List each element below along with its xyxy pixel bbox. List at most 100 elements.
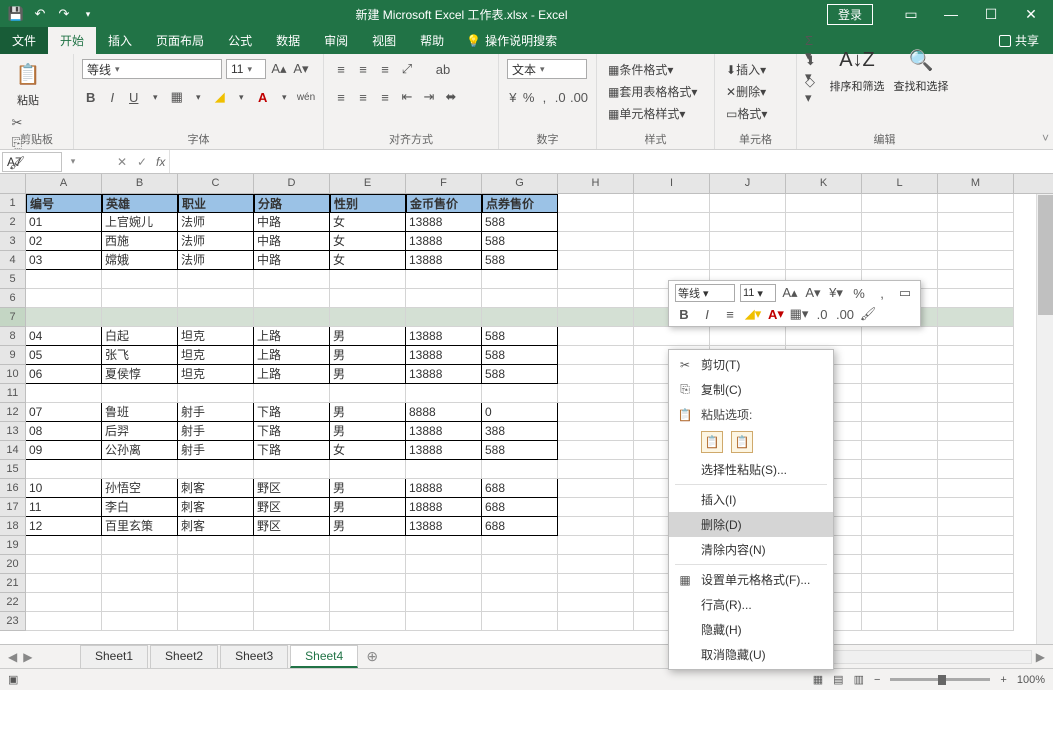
new-sheet-button[interactable]: ⊕ <box>360 648 384 665</box>
cell[interactable]: 射手 <box>178 441 254 460</box>
cell[interactable] <box>938 574 1014 593</box>
ctx-format-cells[interactable]: ▦设置单元格格式(F)... <box>669 567 833 592</box>
cell[interactable]: 上路 <box>254 327 330 346</box>
cell[interactable] <box>482 612 558 631</box>
cell[interactable] <box>254 308 330 327</box>
align-bottom-icon[interactable]: ≡ <box>376 60 394 78</box>
sheet-tab[interactable]: Sheet1 <box>80 645 148 668</box>
zoom-level[interactable]: 100% <box>1017 674 1045 686</box>
cell[interactable]: 12 <box>26 517 102 536</box>
cell[interactable] <box>862 327 938 346</box>
cell[interactable] <box>406 289 482 308</box>
cell[interactable] <box>406 612 482 631</box>
sheet-tab[interactable]: Sheet3 <box>220 645 288 668</box>
cell[interactable]: 李白 <box>102 498 178 517</box>
cell[interactable]: 下路 <box>254 441 330 460</box>
cell[interactable] <box>558 289 634 308</box>
column-header[interactable]: C <box>178 174 254 193</box>
undo-icon[interactable]: ↶ <box>32 6 48 22</box>
align-top-icon[interactable]: ≡ <box>332 60 350 78</box>
row-header[interactable]: 5 <box>0 270 26 289</box>
cell[interactable] <box>558 232 634 251</box>
column-header[interactable]: L <box>862 174 938 193</box>
cell[interactable] <box>558 213 634 232</box>
cell[interactable] <box>862 517 938 536</box>
cell[interactable] <box>862 384 938 403</box>
cell[interactable] <box>786 194 862 213</box>
cell[interactable] <box>558 270 634 289</box>
cell[interactable]: 刺客 <box>178 498 254 517</box>
mini-percent-icon[interactable]: % <box>850 284 868 302</box>
cell[interactable]: 编号 <box>26 194 102 213</box>
cell[interactable] <box>938 479 1014 498</box>
row-header[interactable]: 10 <box>0 365 26 384</box>
cell[interactable] <box>786 251 862 270</box>
mini-italic-icon[interactable]: I <box>698 305 716 323</box>
cell[interactable]: 13888 <box>406 422 482 441</box>
cell[interactable]: 男 <box>330 517 406 536</box>
cell[interactable] <box>330 308 406 327</box>
cell[interactable] <box>938 213 1014 232</box>
fill-color-icon[interactable]: ◢ <box>211 88 229 106</box>
minimize-icon[interactable]: — <box>931 6 971 22</box>
mini-fill-color-icon[interactable]: ◢▾ <box>744 305 762 323</box>
align-right-icon[interactable]: ≡ <box>376 88 394 106</box>
mini-shrink-font-icon[interactable]: A▾ <box>804 284 822 302</box>
column-header[interactable]: J <box>710 174 786 193</box>
enter-formula-icon[interactable]: ✓ <box>132 155 152 169</box>
cell[interactable]: 鲁班 <box>102 403 178 422</box>
cell[interactable]: 夏侯惇 <box>102 365 178 384</box>
cell[interactable]: 刺客 <box>178 479 254 498</box>
tab-data[interactable]: 数据 <box>264 27 312 54</box>
cell[interactable]: 女 <box>330 441 406 460</box>
cell[interactable]: 18888 <box>406 479 482 498</box>
cell[interactable]: 金币售价 <box>406 194 482 213</box>
cell[interactable] <box>558 365 634 384</box>
cell[interactable] <box>862 194 938 213</box>
cell[interactable] <box>26 612 102 631</box>
mini-align-icon[interactable]: ≡ <box>721 305 739 323</box>
cell[interactable]: 男 <box>330 479 406 498</box>
cell[interactable] <box>102 555 178 574</box>
font-color-icon[interactable]: A <box>254 88 272 106</box>
cell[interactable] <box>710 194 786 213</box>
cell[interactable]: 公孙离 <box>102 441 178 460</box>
column-header[interactable]: E <box>330 174 406 193</box>
formula-input[interactable] <box>169 150 1053 173</box>
column-header[interactable]: D <box>254 174 330 193</box>
sheet-nav-next-icon[interactable]: ▶ <box>23 650 32 664</box>
cell[interactable]: 点券售价 <box>482 194 558 213</box>
cell[interactable] <box>786 327 862 346</box>
cell[interactable] <box>178 593 254 612</box>
cell[interactable] <box>558 251 634 270</box>
font-name-combo[interactable]: 等线▾ <box>82 59 222 79</box>
cell[interactable] <box>482 289 558 308</box>
cell[interactable]: 13888 <box>406 517 482 536</box>
mini-currency-icon[interactable]: ¥▾ <box>827 284 845 302</box>
cell[interactable]: 13888 <box>406 251 482 270</box>
cell[interactable] <box>938 593 1014 612</box>
cell[interactable] <box>26 574 102 593</box>
ctx-unhide[interactable]: 取消隐藏(U) <box>669 642 833 667</box>
cell[interactable]: 588 <box>482 213 558 232</box>
cell[interactable]: 男 <box>330 346 406 365</box>
cell[interactable] <box>938 327 1014 346</box>
qat-dropdown-icon[interactable]: ▾ <box>80 6 96 22</box>
mini-grow-font-icon[interactable]: A▴ <box>781 284 799 302</box>
cell[interactable] <box>102 460 178 479</box>
cell[interactable] <box>558 498 634 517</box>
phonetic-icon[interactable]: wén <box>297 88 315 106</box>
ctx-hide[interactable]: 隐藏(H) <box>669 617 833 642</box>
format-as-table-button[interactable]: ▦ 套用表格格式 ▾ <box>605 82 706 101</box>
increase-decimal-icon[interactable]: .0 <box>554 88 566 106</box>
cell[interactable]: 嫦娥 <box>102 251 178 270</box>
cell[interactable] <box>634 327 710 346</box>
cell[interactable] <box>938 460 1014 479</box>
row-header[interactable]: 1 <box>0 194 26 213</box>
row-header[interactable]: 14 <box>0 441 26 460</box>
login-button[interactable]: 登录 <box>827 4 873 25</box>
cell[interactable] <box>862 232 938 251</box>
align-middle-icon[interactable]: ≡ <box>354 60 372 78</box>
cell[interactable] <box>482 574 558 593</box>
cell[interactable] <box>330 574 406 593</box>
